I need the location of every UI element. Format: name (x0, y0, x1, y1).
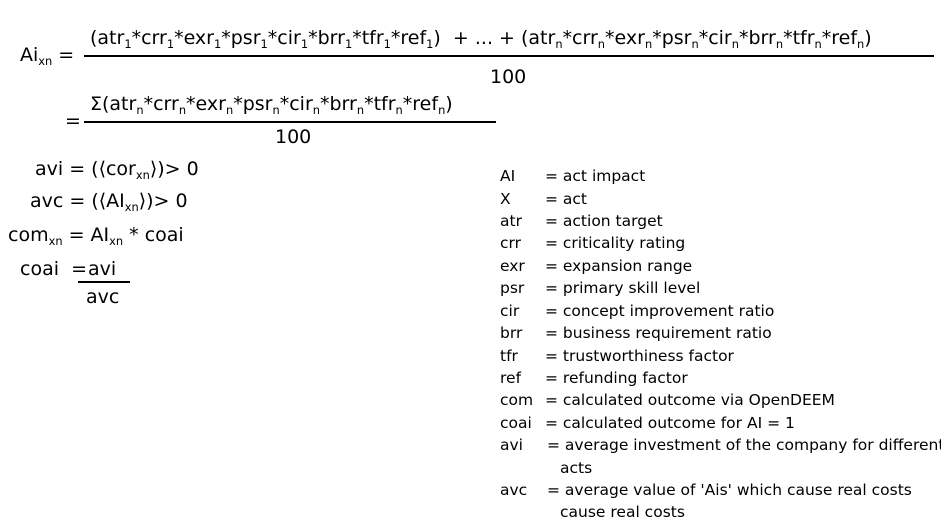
legend-symbol: avc (500, 481, 528, 499)
legend-symbol: atr (500, 212, 522, 230)
legend-definition: = criticality rating (545, 234, 686, 252)
fraction-bar-1 (84, 55, 934, 57)
legend-symbol: psr (500, 279, 525, 297)
legend-symbol: coai (500, 414, 532, 432)
legend-definition: = business requirement ratio (545, 324, 772, 342)
legend-symbol: ref (500, 369, 522, 387)
legend-symbol: crr (500, 234, 521, 252)
equation-coai-denominator: avc (86, 286, 120, 308)
legend-avc-continuation: cause real costs (560, 503, 685, 521)
formula-lhs: Aixn = (20, 44, 75, 68)
legend-definition: = concept improvement ratio (545, 302, 775, 320)
legend-symbol: AI (500, 167, 516, 185)
equation-avi: avi = (⟨corxn⟩)> 0 (35, 158, 199, 182)
legend-symbol: brr (500, 324, 523, 342)
legend-definition: = average value of 'Ais' which cause rea… (547, 481, 912, 499)
legend-definition: = average investment of the company for … (547, 436, 941, 454)
legend-definition: = refunding factor (545, 369, 688, 387)
legend-definition: = calculated outcome via OpenDEEM (545, 391, 835, 409)
legend-symbol: X (500, 190, 511, 208)
formula-numerator-sum: Σ(atrn*crrn*exrn*psrn*cirn*brrn*tfrn*ref… (90, 93, 453, 117)
legend-definition: = primary skill level (545, 279, 701, 297)
legend-definition: = trustworthiness factor (545, 347, 734, 365)
legend-definition: = action target (545, 212, 663, 230)
legend-definition: = act (545, 190, 588, 208)
equation-avc: avc = (⟨AIxn⟩)> 0 (30, 190, 188, 214)
legend-definition: = expansion range (545, 257, 693, 275)
formula-equals-2: = (65, 110, 81, 132)
fraction-bar-coai (78, 281, 130, 283)
formula-denominator-2: 100 (275, 126, 312, 148)
legend-symbol: cir (500, 302, 520, 320)
equation-coai-numerator: avi (88, 258, 117, 280)
legend-definition: = act impact (545, 167, 646, 185)
fraction-bar-2 (84, 121, 496, 123)
legend-symbol: com (500, 391, 534, 409)
equation-com: comxn = AIxn * coai (8, 224, 184, 248)
legend-avi-continuation: acts (560, 459, 593, 477)
legend-symbol: tfr (500, 347, 518, 365)
equation-coai-lhs: coai = (20, 258, 88, 280)
legend-symbol: exr (500, 257, 525, 275)
legend-definition: = calculated outcome for AI = 1 (545, 414, 795, 432)
formula-numerator-expanded: (atr1*crr1*exr1*psr1*cir1*brr1*tfr1*ref1… (90, 27, 872, 51)
legend-symbol: avi (500, 436, 523, 454)
formula-denominator-1: 100 (490, 66, 527, 88)
